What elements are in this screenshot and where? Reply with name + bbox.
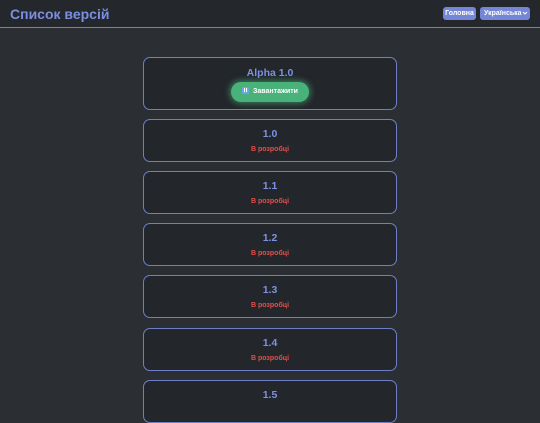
version-card-1-0: 1.0 В розробці xyxy=(143,119,397,162)
version-title: 1.3 xyxy=(262,284,278,296)
version-title: 1.4 xyxy=(262,337,278,349)
version-card-alpha-1-0: Alpha 1.0 Завантажити xyxy=(143,57,397,110)
version-card-1-5: 1.5 xyxy=(143,380,397,423)
status-badge: В розробці xyxy=(250,146,290,153)
download-button[interactable]: Завантажити xyxy=(231,82,309,102)
version-title: 1.1 xyxy=(262,180,278,192)
download-icon xyxy=(242,87,250,94)
version-title: 1.0 xyxy=(262,128,278,140)
status-badge: В розробці xyxy=(250,302,290,309)
status-badge: В розробці xyxy=(250,250,290,257)
version-title: 1.2 xyxy=(262,232,278,244)
version-card-1-4: 1.4 В розробці xyxy=(143,328,397,371)
chevron-down-icon xyxy=(522,11,528,15)
status-badge: В розробці xyxy=(250,198,290,205)
version-title: 1.5 xyxy=(262,389,278,401)
language-select[interactable]: Українська xyxy=(480,7,530,20)
version-card-1-3: 1.3 В розробці xyxy=(143,275,397,318)
top-bar: Список версій Головна Українська xyxy=(0,0,540,28)
home-button[interactable]: Головна xyxy=(443,7,476,20)
version-card-1-1: 1.1 В розробці xyxy=(143,171,397,214)
status-badge: В розробці xyxy=(250,355,290,362)
page-title: Список версій xyxy=(10,6,110,22)
version-card-1-2: 1.2 В розробці xyxy=(143,223,397,266)
language-select-value: Українська xyxy=(484,10,522,17)
download-label: Завантажити xyxy=(253,88,298,95)
version-title: Alpha 1.0 xyxy=(246,67,294,79)
